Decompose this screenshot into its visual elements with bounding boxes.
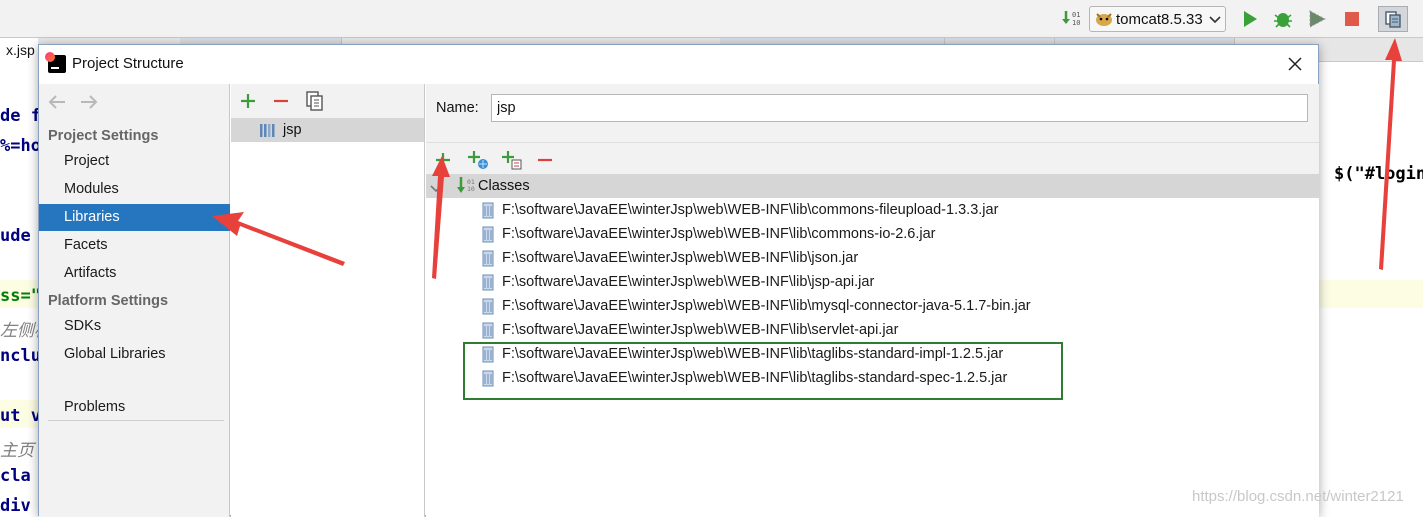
run-icon[interactable]	[1238, 6, 1262, 32]
jar-icon	[482, 202, 494, 219]
jar-list-item[interactable]: F:\software\JavaEE\winterJsp\web\WEB-INF…	[482, 294, 1031, 318]
dialog-titlebar: Project Structure	[39, 45, 1318, 83]
remove-root-icon[interactable]	[536, 151, 554, 172]
editor-line-highlight	[1318, 280, 1423, 308]
code-line: div	[0, 496, 31, 516]
library-list-item[interactable]: jsp	[231, 118, 424, 142]
run-configuration-label: tomcat8.5.33	[1116, 10, 1203, 28]
add-library-icon[interactable]	[239, 92, 257, 113]
watermark: https://blog.csdn.net/winter2121	[1192, 488, 1404, 505]
svg-text:10: 10	[467, 185, 475, 193]
forward-arrow-icon[interactable]	[80, 94, 98, 110]
svg-text:10: 10	[1072, 19, 1080, 27]
code-line: ude	[0, 226, 31, 246]
code-line: %=ho	[0, 136, 41, 156]
jar-icon	[482, 250, 494, 267]
jar-path: F:\software\JavaEE\winterJsp\web\WEB-INF…	[502, 298, 1031, 314]
intellij-logo-icon	[45, 52, 66, 73]
sidebar-item-facets[interactable]: Facets	[39, 232, 230, 259]
attach-files-icon[interactable]	[501, 150, 523, 173]
settings-sidebar: Project Settings Project Modules Librari…	[39, 84, 230, 517]
jar-list-item[interactable]: F:\software\JavaEE\winterJsp\web\WEB-INF…	[482, 270, 874, 294]
code-line: ut v	[0, 406, 41, 426]
close-icon[interactable]	[1284, 53, 1306, 75]
arrow-to-project-structure-annotation	[1379, 38, 1402, 270]
sidebar-item-global-libraries[interactable]: Global Libraries	[39, 341, 230, 368]
sidebar-item-modules[interactable]: Modules	[39, 176, 230, 203]
stop-icon[interactable]	[1340, 6, 1364, 32]
library-name-row: Name:	[426, 84, 1319, 142]
attach-classes-icon[interactable]	[467, 150, 489, 173]
jar-icon	[482, 226, 494, 243]
jar-path: F:\software\JavaEE\winterJsp\web\WEB-INF…	[502, 202, 999, 218]
sidebar-item-artifacts[interactable]: Artifacts	[39, 260, 230, 287]
dialog-title: Project Structure	[72, 55, 184, 72]
chevron-down-icon	[1209, 11, 1221, 28]
library-icon	[259, 122, 279, 142]
jar-list-item[interactable]: F:\software\JavaEE\winterJsp\web\WEB-INF…	[482, 246, 858, 270]
debug-icon[interactable]	[1270, 6, 1296, 32]
sidebar-item-problems[interactable]: Problems	[39, 394, 230, 421]
library-roots-toolbar	[426, 142, 1319, 174]
jar-path: F:\software\JavaEE\winterJsp\web\WEB-INF…	[502, 250, 859, 266]
jar-path: F:\software\JavaEE\winterJsp\web\WEB-INF…	[502, 322, 899, 338]
code-line: de f	[0, 106, 41, 126]
classes-root-icon: 01 10	[455, 176, 477, 199]
library-list-pane: jsp	[231, 84, 425, 517]
code-line: $("#login	[1334, 164, 1423, 184]
code-comment: 主页	[0, 441, 34, 461]
platform-settings-header: Platform Settings	[48, 293, 169, 309]
back-arrow-icon[interactable]	[48, 94, 66, 110]
code-line: cla	[0, 466, 31, 486]
remove-library-icon[interactable]	[272, 92, 290, 113]
sidebar-item-libraries[interactable]: Libraries	[39, 204, 230, 231]
add-root-icon[interactable]	[434, 151, 452, 172]
jar-icon	[482, 274, 494, 291]
classes-root-row[interactable]: 01 10 Classes	[426, 174, 1319, 198]
sidebar-item-project[interactable]: Project	[39, 148, 230, 175]
jar-list-item[interactable]: F:\software\JavaEE\winterJsp\web\WEB-INF…	[482, 222, 936, 246]
library-name: jsp	[283, 122, 302, 138]
copy-library-icon[interactable]	[305, 90, 325, 115]
project-settings-header: Project Settings	[48, 128, 159, 144]
jar-list-item[interactable]: F:\software\JavaEE\winterJsp\web\WEB-INF…	[482, 318, 898, 342]
run-configuration-select[interactable]: tomcat8.5.33	[1089, 6, 1226, 32]
svg-text:01: 01	[1072, 11, 1080, 19]
jar-icon	[482, 322, 494, 339]
navigation-arrows	[48, 94, 98, 110]
vcs-update-icon[interactable]: 01 10	[1060, 6, 1084, 32]
project-structure-icon[interactable]	[1378, 6, 1408, 32]
jar-list-item[interactable]: F:\software\JavaEE\winterJsp\web\WEB-INF…	[482, 198, 998, 222]
classes-label: Classes	[478, 178, 530, 194]
library-details-pane: Name: 0110 Classes	[426, 84, 1319, 517]
coverage-icon[interactable]	[1304, 6, 1330, 32]
jar-icon	[482, 298, 494, 315]
library-name-input[interactable]	[491, 94, 1308, 122]
code-line: ss="	[0, 286, 41, 306]
code-line: nclu	[0, 346, 41, 366]
chevron-down-icon[interactable]	[430, 181, 442, 197]
project-structure-dialog: Project Structure Project Settings Proje…	[38, 44, 1319, 517]
jar-path: F:\software\JavaEE\winterJsp\web\WEB-INF…	[502, 274, 875, 290]
ide-toolbar: 01 10 tomcat8.5.33	[0, 0, 1423, 38]
sidebar-item-sdks[interactable]: SDKs	[39, 313, 230, 340]
library-list-toolbar	[231, 84, 424, 118]
highlight-box-annotation	[463, 342, 1063, 400]
tomcat-icon	[1094, 10, 1116, 28]
jar-path: F:\software\JavaEE\winterJsp\web\WEB-INF…	[502, 226, 936, 242]
name-label: Name:	[436, 100, 479, 116]
editor-tab-file[interactable]: x.jsp	[0, 38, 38, 62]
